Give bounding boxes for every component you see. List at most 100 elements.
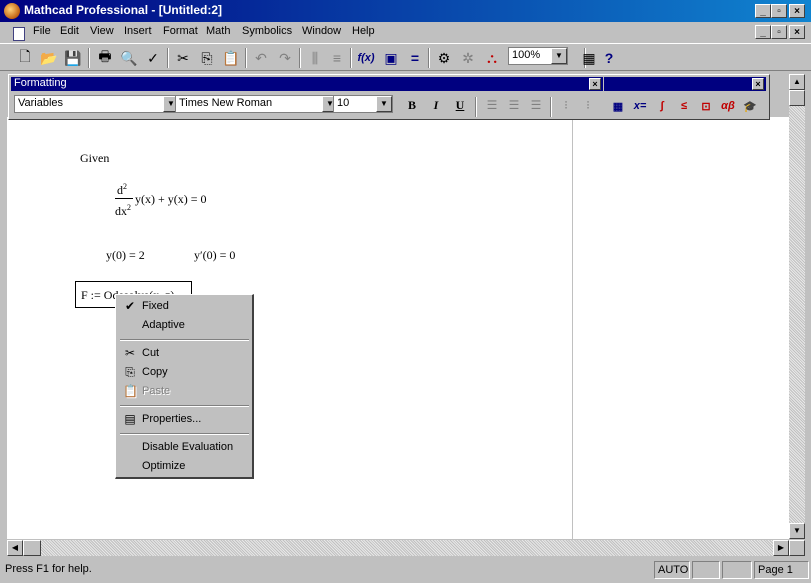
programming-palette-icon[interactable]: ⊡ [696, 97, 716, 115]
menu-item-copy[interactable]: ⎘ Copy [118, 364, 251, 382]
help-icon[interactable]: ? [598, 47, 620, 69]
menu-help[interactable]: Help [352, 25, 375, 37]
calculate-icon[interactable]: = [404, 47, 426, 69]
menu-item-properties[interactable]: ▤ Properties... [118, 411, 251, 429]
menu-item-disable-evaluation[interactable]: Disable Evaluation [118, 439, 251, 457]
initial-condition-1: y(0) = 2 [106, 248, 145, 262]
undo-icon[interactable]: ↶ [250, 47, 272, 69]
component-wizard-icon[interactable]: ⚙ [433, 47, 455, 69]
menu-separator [120, 339, 249, 341]
doc-close-button[interactable]: × [789, 25, 805, 39]
align-across-icon[interactable]: ⫼ [304, 47, 326, 69]
context-menu: ✔ Fixed Adaptive ✂ Cut ⎘ Copy 📋 Paste ▤ … [115, 294, 254, 479]
bold-button[interactable]: B [401, 95, 423, 115]
document-icon[interactable] [13, 27, 25, 41]
save-icon[interactable]: 💾 [62, 47, 84, 69]
collaboratory-icon[interactable]: ▦ [578, 47, 600, 69]
copy-icon[interactable]: ⎘ [196, 47, 218, 69]
doc-minimize-button[interactable]: _ [755, 25, 771, 39]
menu-bar: File Edit View Insert Format Math Symbol… [0, 22, 811, 42]
mathcad-app-icon[interactable] [4, 3, 20, 19]
print-preview-icon[interactable]: 🔍 [118, 47, 140, 69]
print-icon[interactable]: 🖶 [94, 47, 116, 69]
check-icon: ✔ [124, 299, 136, 313]
derivative-denominator: dx2 [115, 203, 131, 218]
align-down-icon[interactable]: ≡ [326, 47, 348, 69]
redo-icon[interactable]: ↷ [274, 47, 296, 69]
math-toolbar-title[interactable]: × [604, 77, 766, 91]
page-break-line [572, 117, 573, 539]
menu-item-fixed[interactable]: ✔ Fixed [118, 298, 251, 316]
status-help-panel: Press F1 for help. [5, 563, 92, 575]
bullets-icon[interactable]: ⁝ [555, 95, 577, 115]
toolbar-separator [475, 97, 477, 117]
ode-equation: y(x) + y(x) = 0 [135, 192, 207, 206]
fraction-bar [115, 198, 133, 199]
resource-center-icon[interactable]: ⛬ [481, 47, 503, 69]
spell-check-icon[interactable]: ✓ [142, 47, 164, 69]
formatting-toolbar-title[interactable]: Formatting × [11, 77, 603, 91]
clipboard-icon: 📋 [123, 384, 138, 398]
status-bar: Press F1 for help. AUTO Page 1 [0, 559, 811, 583]
menu-view[interactable]: View [90, 25, 114, 37]
menu-item-paste[interactable]: 📋 Paste [118, 383, 251, 401]
align-center-icon[interactable]: ☰ [503, 95, 525, 115]
insert-unit-icon[interactable]: ▣ [380, 47, 402, 69]
doc-restore-button[interactable]: ▫ [771, 25, 787, 39]
menu-symbolics[interactable]: Symbolics [242, 25, 292, 37]
new-icon[interactable]: 🗋 [14, 47, 36, 69]
menu-item-cut[interactable]: ✂ Cut [118, 345, 251, 363]
menu-insert[interactable]: Insert [124, 25, 152, 37]
numbering-icon[interactable]: ⁝ [577, 95, 599, 115]
zoom-value: 100% [512, 49, 541, 61]
menu-math[interactable]: Math [206, 25, 230, 37]
formatting-toolbar: Formatting × Variables ▼ Times New Roman… [8, 74, 606, 120]
menu-item-optimize[interactable]: Optimize [118, 458, 251, 476]
menu-edit[interactable]: Edit [60, 25, 79, 37]
given-keyword: Given [80, 151, 110, 165]
open-icon[interactable]: 📂 [38, 47, 60, 69]
status-empty-panel [692, 561, 720, 579]
math-toolbar-close-button[interactable]: × [752, 78, 764, 90]
font-select[interactable]: Times New Roman ▼ [175, 95, 339, 113]
horizontal-scroll-thumb[interactable] [23, 540, 41, 556]
evaluation-palette-icon[interactable]: x= [630, 97, 650, 115]
font-size-select[interactable]: 10 ▼ [333, 95, 393, 113]
calculus-palette-icon[interactable]: ∫ [652, 97, 672, 115]
zoom-dropdown-arrow[interactable]: ▼ [551, 48, 567, 64]
initial-condition-2: y′(0) = 0 [194, 248, 236, 262]
align-right-icon[interactable]: ☰ [525, 95, 547, 115]
menu-format[interactable]: Format [163, 25, 198, 37]
horizontal-scrollbar[interactable]: ◀ ▶ [7, 540, 789, 556]
scroll-right-arrow[interactable]: ▶ [773, 540, 789, 556]
minimize-button[interactable]: _ [755, 4, 771, 18]
menu-file[interactable]: File [33, 25, 51, 37]
menu-item-adaptive[interactable]: Adaptive [118, 317, 251, 335]
vertical-scrollbar[interactable]: ▲ ▼ [789, 74, 805, 539]
matrix-palette-icon[interactable]: ▦ [608, 97, 628, 115]
italic-button[interactable]: I [425, 95, 447, 115]
close-button[interactable]: × [789, 4, 805, 18]
size-dropdown-arrow[interactable]: ▼ [376, 96, 392, 112]
vertical-scroll-thumb[interactable] [789, 90, 805, 106]
properties-icon: ▤ [124, 412, 136, 426]
paste-icon[interactable]: 📋 [220, 47, 242, 69]
greek-palette-icon[interactable]: αβ [718, 97, 738, 115]
cut-icon[interactable]: ✂ [172, 47, 194, 69]
underline-button[interactable]: U [449, 95, 471, 115]
title-bar: Mathcad Professional - [Untitled:2] _ ▫ … [0, 0, 811, 22]
align-left-icon[interactable]: ☰ [481, 95, 503, 115]
symbolic-palette-icon[interactable]: 🎓 [740, 97, 760, 115]
scroll-up-arrow[interactable]: ▲ [789, 74, 805, 90]
scroll-left-arrow[interactable]: ◀ [7, 540, 23, 556]
run-mathconnex-icon[interactable]: ✲ [457, 47, 479, 69]
style-select[interactable]: Variables ▼ [14, 95, 180, 113]
scroll-down-arrow[interactable]: ▼ [789, 523, 805, 539]
boolean-palette-icon[interactable]: ≤ [674, 97, 694, 115]
menu-window[interactable]: Window [302, 25, 341, 37]
formatting-close-button[interactable]: × [589, 78, 601, 90]
standard-toolbar: 🗋 📂 💾 🖶 🔍 ✓ ✂ ⎘ 📋 ↶ ↷ ⫼ ≡ f(x) ▣ = ⚙ ✲ ⛬… [0, 43, 811, 71]
maximize-button[interactable]: ▫ [771, 4, 787, 18]
menu-separator [120, 405, 249, 407]
insert-function-icon[interactable]: f(x) [355, 47, 377, 69]
